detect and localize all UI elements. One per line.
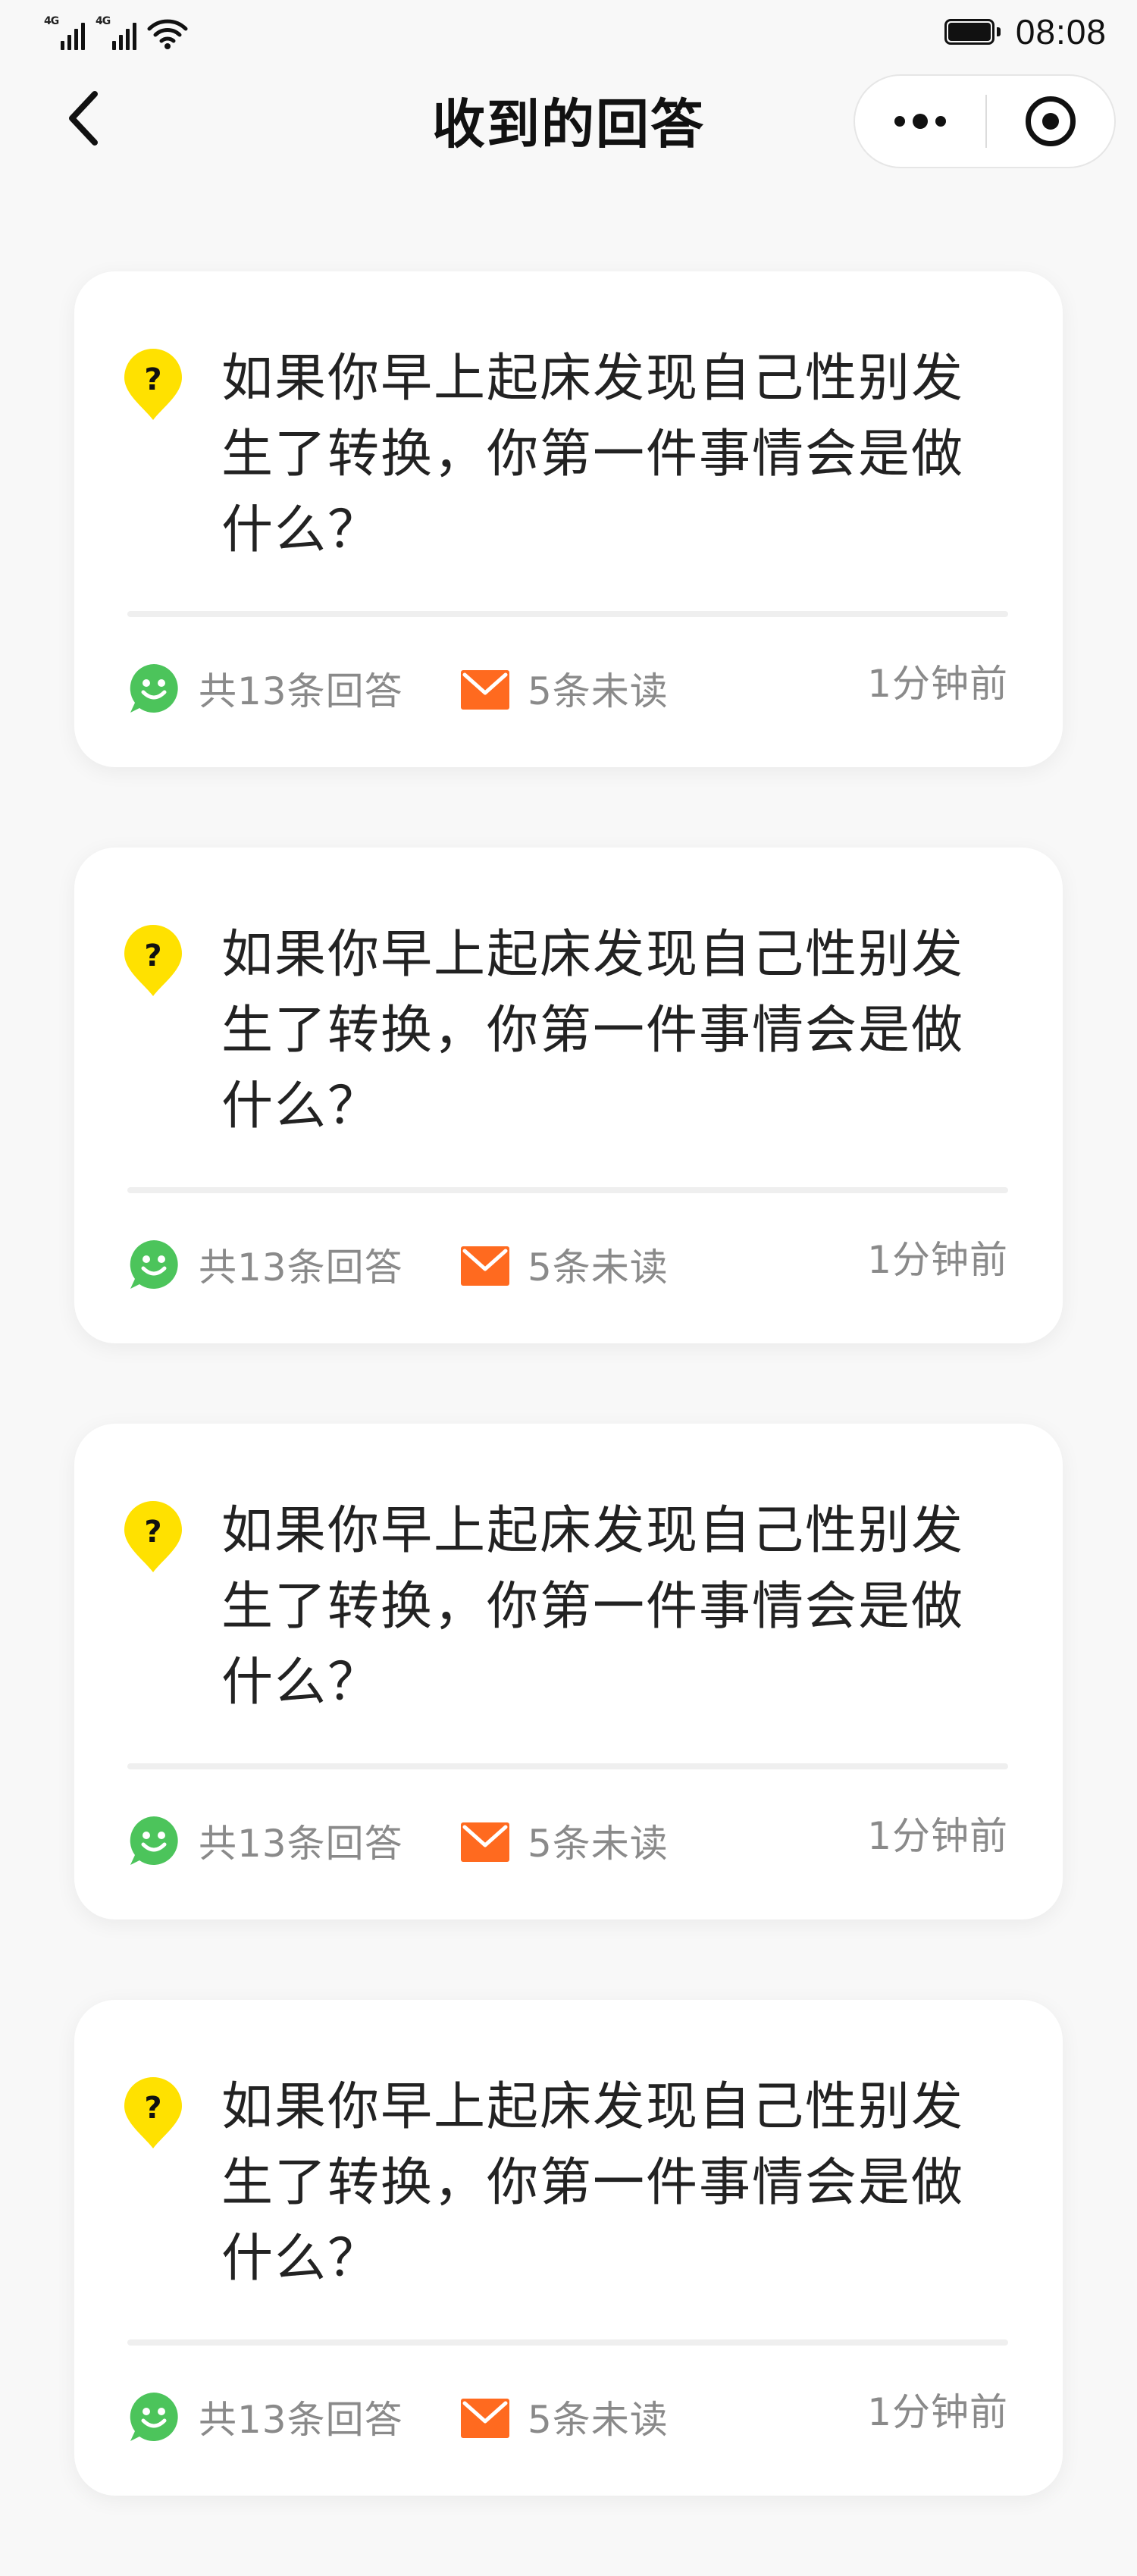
card-divider: [127, 1187, 1008, 1193]
answers-count-text: 共13条回答: [199, 1246, 403, 1290]
answers-count-text: 共13条回答: [199, 669, 403, 713]
signal-1: 4G: [44, 15, 85, 50]
question-pin-icon: ?: [121, 347, 185, 423]
question-pin-icon: ?: [121, 2076, 185, 2151]
unread-count-text: 5条未读: [528, 2398, 669, 2442]
network-type-2: 4G: [96, 15, 111, 27]
card-divider: [127, 611, 1008, 617]
time-ago: 1分钟前: [867, 2390, 1008, 2434]
target-circle-icon: [1026, 96, 1076, 146]
answers-count: 共13条回答: [127, 1234, 403, 1295]
svg-text:?: ?: [144, 2091, 161, 2126]
question-card[interactable]: ? 如果你早上起床发现自己性别发生了转换，你第一件事情会是做什么？ 共13条回答…: [74, 848, 1063, 1343]
signal-bars-icon: [61, 23, 85, 50]
answers-count: 共13条回答: [127, 658, 403, 719]
svg-text:?: ?: [144, 362, 161, 397]
question-card[interactable]: ? 如果你早上起床发现自己性别发生了转换，你第一件事情会是做什么？ 共13条回答…: [74, 2000, 1063, 2496]
svg-text:?: ?: [144, 939, 161, 973]
clock: 08:08: [1015, 12, 1107, 52]
time-ago: 1分钟前: [867, 662, 1008, 706]
mail-icon: [461, 670, 509, 710]
mini-program-capsule: [854, 74, 1116, 168]
question-card[interactable]: ? 如果你早上起床发现自己性别发生了转换，你第一件事情会是做什么？ 共13条回答…: [74, 1424, 1063, 1919]
svg-text:?: ?: [144, 1515, 161, 1550]
signal-2: 4G: [96, 15, 136, 50]
question-text: 如果你早上起床发现自己性别发生了转换，你第一件事情会是做什么？: [221, 1501, 965, 1713]
battery-icon: [944, 19, 1001, 45]
time-ago: 1分钟前: [867, 1238, 1008, 1282]
unread-count: 5条未读: [461, 1810, 669, 1871]
question-text: 如果你早上起床发现自己性别发生了转换，你第一件事情会是做什么？: [221, 2077, 965, 2289]
smile-chat-icon: [130, 1816, 178, 1865]
mail-icon: [461, 1246, 509, 1286]
more-button[interactable]: [855, 76, 985, 167]
smile-chat-icon: [130, 1240, 178, 1289]
unread-count-text: 5条未读: [528, 1246, 669, 1290]
answers-count-text: 共13条回答: [199, 1822, 403, 1866]
nav-bar: 收到的回答: [0, 64, 1137, 177]
question-pin-icon: ?: [121, 1500, 185, 1575]
smile-chat-icon: [130, 2393, 178, 2441]
more-dots-icon: [935, 116, 946, 127]
unread-count-text: 5条未读: [528, 1822, 669, 1866]
status-left: 4G 4G: [44, 14, 188, 50]
question-text: 如果你早上起床发现自己性别发生了转换，你第一件事情会是做什么？: [221, 349, 965, 560]
unread-count-text: 5条未读: [528, 669, 669, 713]
mail-icon: [461, 2399, 509, 2438]
unread-count: 5条未读: [461, 1234, 669, 1295]
question-pin-icon: ?: [121, 923, 185, 999]
unread-count: 5条未读: [461, 2386, 669, 2447]
answers-count-text: 共13条回答: [199, 2398, 403, 2442]
answers-count: 共13条回答: [127, 2386, 403, 2447]
more-dots-icon: [894, 116, 905, 127]
unread-count: 5条未读: [461, 658, 669, 719]
status-bar: 4G 4G 08:08: [0, 0, 1137, 64]
question-text: 如果你早上起床发现自己性别发生了转换，你第一件事情会是做什么？: [221, 925, 965, 1136]
mail-icon: [461, 1822, 509, 1862]
card-divider: [127, 1763, 1008, 1769]
answers-count: 共13条回答: [127, 1810, 403, 1871]
wifi-icon: [147, 18, 188, 50]
question-card[interactable]: ? 如果你早上起床发现自己性别发生了转换，你第一件事情会是做什么？ 共13条回答…: [74, 271, 1063, 767]
answer-card-list: ? 如果你早上起床发现自己性别发生了转换，你第一件事情会是做什么？ 共13条回答…: [74, 271, 1063, 2576]
smile-chat-icon: [130, 664, 178, 713]
time-ago: 1分钟前: [867, 1814, 1008, 1858]
status-right: 08:08: [944, 11, 1107, 53]
card-divider: [127, 2339, 1008, 2346]
network-type-1: 4G: [44, 15, 59, 27]
more-dots-icon: [913, 114, 928, 129]
signal-bars-icon: [112, 23, 136, 50]
close-button[interactable]: [987, 76, 1114, 167]
